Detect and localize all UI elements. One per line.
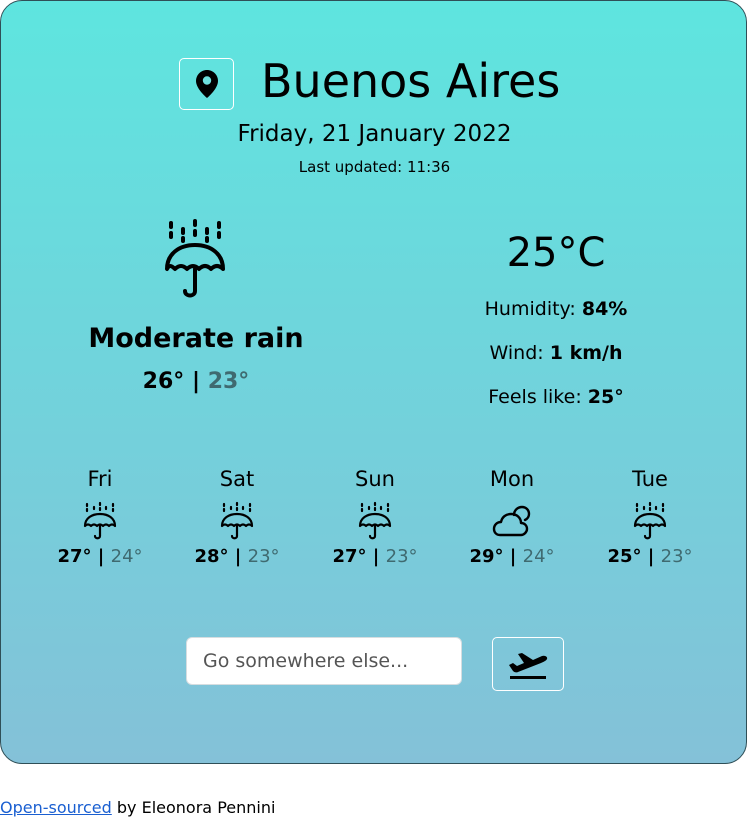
- forecast-day-name: Sun: [355, 467, 395, 491]
- forecast-low: 23°: [660, 546, 693, 567]
- temp-separator: |: [509, 546, 517, 567]
- umbrella-rain-icon: [220, 501, 254, 540]
- temp-separator: |: [191, 369, 201, 394]
- city-search-input[interactable]: [186, 637, 462, 685]
- humidity-value: 84%: [581, 298, 628, 320]
- footer-author: by Eleonora Pennini: [116, 798, 276, 817]
- humidity-stat: Humidity: 84%: [431, 296, 681, 322]
- today-high-low: 26° | 23°: [81, 367, 311, 397]
- temp-separator: |: [372, 546, 380, 567]
- feels-like-stat: Feels like: 25°: [431, 384, 681, 410]
- current-temperature: 25°C: [506, 230, 606, 276]
- feels-like-value: 25°: [587, 386, 624, 408]
- temp-separator: |: [97, 546, 105, 567]
- wind-label: Wind:: [489, 342, 544, 364]
- forecast-day-name: Sat: [219, 467, 255, 491]
- umbrella-rain-icon: [83, 501, 117, 540]
- forecast-day-name: Mon: [489, 467, 535, 491]
- forecast-high: 28°: [194, 546, 229, 567]
- forecast-high: 27°: [57, 546, 92, 567]
- today-high: 26°: [142, 369, 185, 394]
- forecast-day-name: Tue: [632, 467, 668, 491]
- search-submit-button[interactable]: [492, 637, 564, 691]
- wind-value: 1 km/h: [549, 342, 623, 364]
- city-name: Buenos Aires: [261, 54, 561, 108]
- forecast-high: 25°: [607, 546, 642, 567]
- humidity-label: Humidity:: [484, 298, 576, 320]
- umbrella-rain-icon: [633, 501, 667, 540]
- forecast-day-name: Fri: [87, 467, 113, 491]
- forecast-high: 27°: [332, 546, 367, 567]
- open-source-link[interactable]: Open-sourced: [0, 798, 112, 817]
- wind-stat: Wind: 1 km/h: [431, 340, 681, 366]
- airplane-departure-icon: [509, 653, 548, 679]
- forecast-high-low: 28° | 23°: [177, 545, 297, 569]
- forecast-high-low: 27° | 23°: [315, 545, 435, 569]
- forecast-day: Tue 25° | 23°: [590, 465, 710, 569]
- forecast-day: Sat 28° | 23°: [177, 465, 297, 569]
- forecast-day: Sun 27° | 23°: [315, 465, 435, 569]
- forecast-low: 23°: [385, 546, 418, 567]
- forecast-high-low: 27° | 24°: [40, 545, 160, 569]
- temp-separator: |: [234, 546, 242, 567]
- temp-separator: |: [647, 546, 655, 567]
- forecast-high: 29°: [469, 546, 504, 567]
- map-pin-icon: [195, 70, 218, 98]
- weather-description: Moderate rain: [88, 323, 304, 354]
- weather-card: Buenos Aires Friday, 21 January 2022 Las…: [0, 0, 747, 764]
- today-low: 23°: [207, 369, 250, 394]
- forecast-day: Mon 29° | 24°: [452, 465, 572, 569]
- forecast-high-low: 29° | 24°: [452, 545, 572, 569]
- forecast-high-low: 25° | 23°: [590, 545, 710, 569]
- cloud-sun-icon: [492, 505, 531, 537]
- feels-like-label: Feels like:: [488, 386, 582, 408]
- forecast-day: Fri 27° | 24°: [40, 465, 160, 569]
- last-updated: Last updated: 11:36: [298, 158, 451, 176]
- forecast-low: 24°: [110, 546, 143, 567]
- current-date: Friday, 21 January 2022: [237, 121, 512, 147]
- forecast-low: 24°: [522, 546, 555, 567]
- umbrella-rain-icon: [165, 219, 225, 298]
- footer: Open-sourced by Eleonora Pennini: [0, 797, 275, 819]
- umbrella-rain-icon: [358, 501, 392, 540]
- forecast-low: 23°: [247, 546, 280, 567]
- current-location-button[interactable]: [179, 58, 234, 110]
